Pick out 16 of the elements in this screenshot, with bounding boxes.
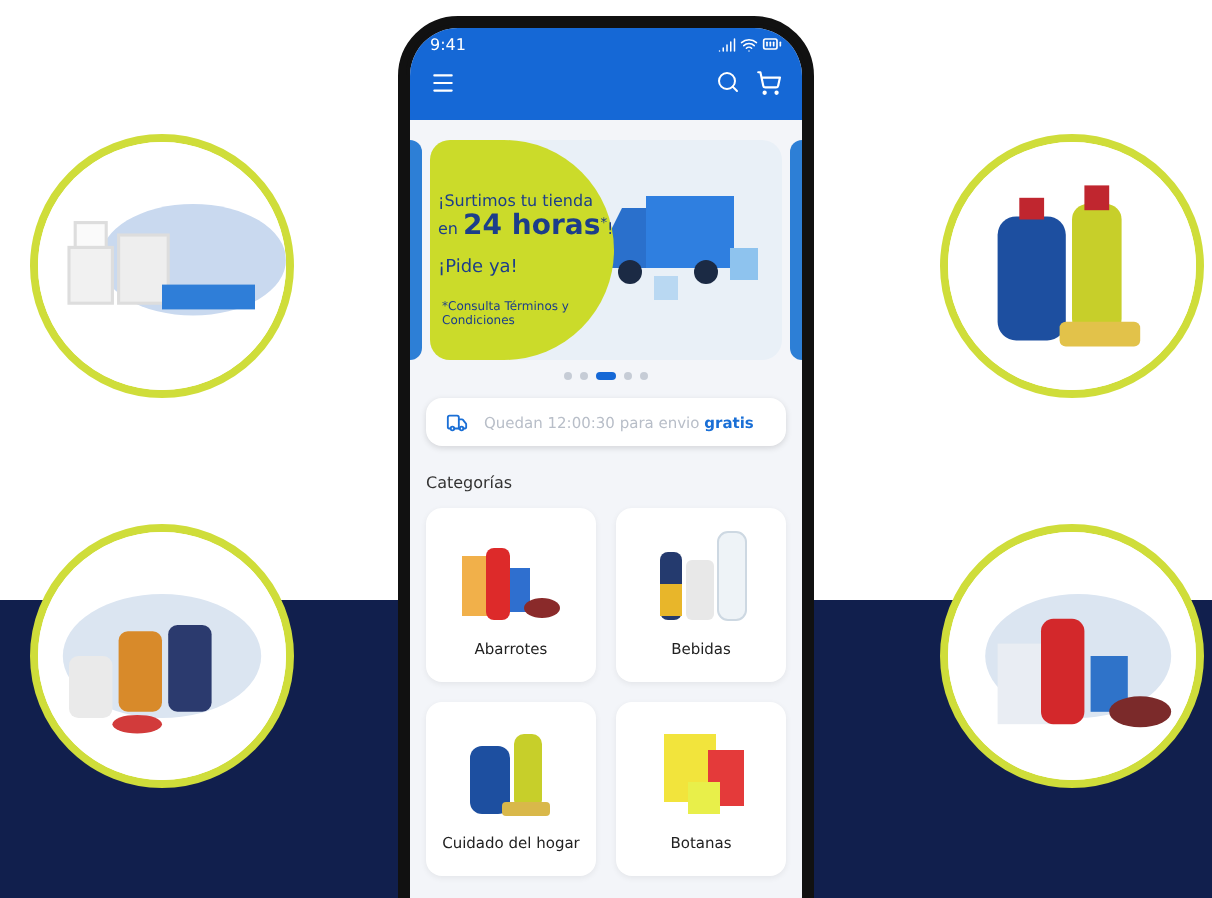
cart-icon[interactable] [756, 69, 782, 95]
menu-icon[interactable] [430, 69, 456, 95]
battery-icon [762, 34, 782, 54]
wifi-icon [740, 35, 758, 53]
banner-headline: en 24 horas$^{*}$! [438, 210, 614, 242]
signal-icon [718, 35, 736, 53]
carousel-dot[interactable] [564, 372, 572, 380]
carousel-dot[interactable] [640, 372, 648, 380]
status-time: 9:41 [430, 35, 466, 53]
carousel-dot[interactable] [580, 372, 588, 380]
section-title: Categorías [426, 474, 515, 492]
carousel-dot[interactable] [624, 372, 632, 380]
search-icon[interactable] [716, 70, 740, 94]
banner-cta: ¡Pide ya! [438, 258, 520, 278]
banner-headline: ¡Surtimos tu tienda [438, 192, 595, 210]
truck-icon [446, 411, 468, 433]
